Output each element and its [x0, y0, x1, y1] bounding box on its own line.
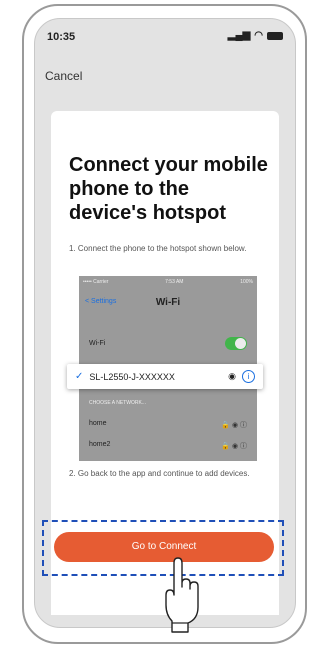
battery-icon	[267, 31, 283, 40]
wifi-icon: ◉	[228, 371, 236, 381]
choose-network-label: CHOOSE A NETWORK...	[89, 400, 146, 406]
illustration-nav-title: Wi-Fi	[155, 297, 181, 308]
illustration-time: 7:53 AM	[165, 279, 184, 285]
selected-network-name: SL-L2550-J-XXXXXX	[89, 371, 175, 382]
network-item-icons: 🔒 ◉ ⓘ	[221, 443, 247, 450]
pointing-hand-icon	[165, 557, 199, 633]
cancel-button[interactable]: Cancel	[45, 69, 82, 83]
illustration-wifi-toggle	[225, 337, 247, 350]
step-2-text: 2. Go back to the app and continue to ad…	[69, 469, 250, 478]
status-time: 10:35	[47, 31, 76, 43]
illustration-carrier: ••••• Carrier	[83, 279, 109, 285]
wifi-settings-illustration: ••••• Carrier 7:53 AM 100% < Settings Wi…	[67, 276, 263, 461]
illustration-battery: 100%	[240, 279, 253, 285]
status-bar: 10:35 ▂▄▆ ◠	[35, 19, 295, 47]
selected-network-row: ✓ SL-L2550-J-XXXXXX ◉ i	[67, 364, 263, 389]
status-icons: ▂▄▆ ◠	[228, 30, 283, 41]
network-item: home2	[89, 441, 111, 448]
info-icon: i	[242, 370, 255, 383]
network-item-icons: 🔒 ◉ ⓘ	[221, 422, 247, 429]
illustration-wifi-label: Wi-Fi	[89, 340, 106, 347]
page-title: Connect your mobile phone to the device'…	[69, 154, 268, 224]
signal-icon: ▂▄▆	[227, 30, 251, 41]
step-1-text: 1. Connect the phone to the hotspot show…	[69, 244, 247, 253]
illustration-status-bar: ••••• Carrier 7:53 AM 100%	[83, 279, 253, 285]
wifi-icon: ◠	[254, 30, 263, 41]
network-item: home	[89, 420, 107, 427]
checkmark-icon: ✓	[75, 371, 84, 382]
